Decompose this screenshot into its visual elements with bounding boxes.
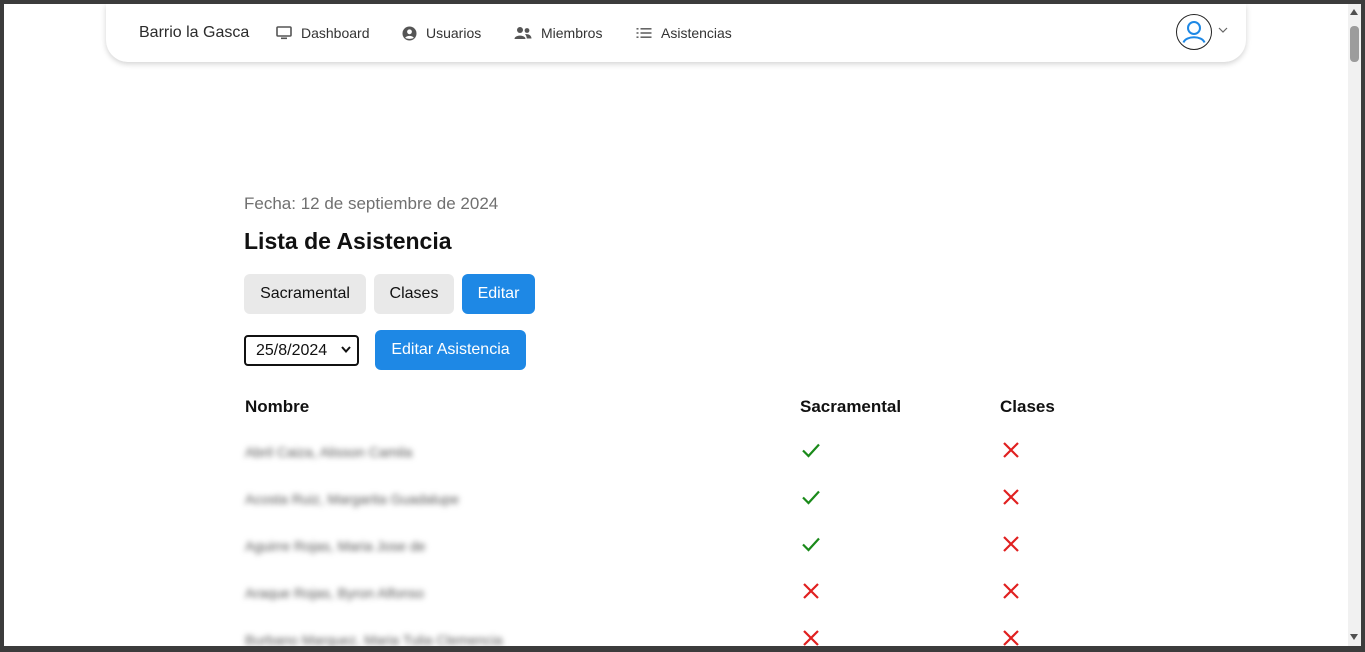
nav-label-dashboard: Dashboard <box>301 25 370 41</box>
tab-editar[interactable]: Editar <box>462 274 535 314</box>
monitor-icon <box>276 26 292 40</box>
tab-sacramental[interactable]: Sacramental <box>244 274 366 314</box>
scroll-up-icon[interactable] <box>1350 9 1358 15</box>
nav-item-asistencias[interactable]: Asistencias <box>636 25 732 41</box>
cross-icon <box>1003 536 1019 552</box>
date-label: Fecha: 12 de septiembre de 2024 <box>244 194 499 213</box>
nav-item-usuarios[interactable]: Usuarios <box>402 25 481 41</box>
tab-clases[interactable]: Clases <box>374 274 454 314</box>
column-header-sacramental: Sacramental <box>800 397 902 416</box>
member-name: Acosta Ruiz, Margarita Guadalupe <box>245 491 459 507</box>
page-viewport: Barrio la Gasca Dashboard Usuarios Miemb… <box>4 4 1348 646</box>
edit-attendance-button[interactable]: Editar Asistencia <box>375 330 526 370</box>
date-select[interactable]: 25/8/2024 <box>244 335 359 366</box>
scroll-down-icon[interactable] <box>1350 634 1358 640</box>
user-circle-icon <box>402 26 417 40</box>
nav-label-miembros: Miembros <box>541 25 603 41</box>
brand-name[interactable]: Barrio la Gasca <box>139 24 249 42</box>
chevron-down-icon <box>341 346 351 353</box>
member-name: Araque Rojas, Byron Alfonso <box>245 585 424 601</box>
check-icon <box>802 443 820 458</box>
cross-icon <box>1003 583 1019 599</box>
top-navbar: Barrio la Gasca Dashboard Usuarios Miemb… <box>106 4 1246 62</box>
nav-item-miembros[interactable]: Miembros <box>514 25 602 41</box>
cross-icon <box>803 630 819 646</box>
nav-item-dashboard[interactable]: Dashboard <box>276 25 370 41</box>
member-name: Aguirre Rojas, Maria Jose de <box>245 538 426 554</box>
cross-icon <box>1003 489 1019 505</box>
cross-icon <box>1003 442 1019 458</box>
user-avatar-icon <box>1182 21 1206 44</box>
scrollbar-thumb[interactable] <box>1350 26 1359 62</box>
vertical-scrollbar[interactable] <box>1348 4 1361 646</box>
member-name: Burbano Marquez, Maria Tulia Clemencia <box>245 632 503 646</box>
cross-icon <box>1003 630 1019 646</box>
chevron-down-icon[interactable] <box>1218 27 1228 33</box>
page-title: Lista de Asistencia <box>244 228 452 254</box>
member-name: Abril Caiza, Alisson Camila <box>245 444 413 460</box>
check-icon <box>802 537 820 552</box>
column-header-clases: Clases <box>1000 397 1055 416</box>
nav-label-asistencias: Asistencias <box>661 25 732 41</box>
cross-icon <box>803 583 819 599</box>
column-header-nombre: Nombre <box>245 397 310 416</box>
users-icon <box>514 27 532 39</box>
nav-label-usuarios: Usuarios <box>426 25 482 41</box>
check-icon <box>802 490 820 505</box>
list-icon <box>636 28 652 38</box>
date-select-value: 25/8/2024 <box>256 341 328 359</box>
user-avatar-button[interactable] <box>1176 14 1212 50</box>
